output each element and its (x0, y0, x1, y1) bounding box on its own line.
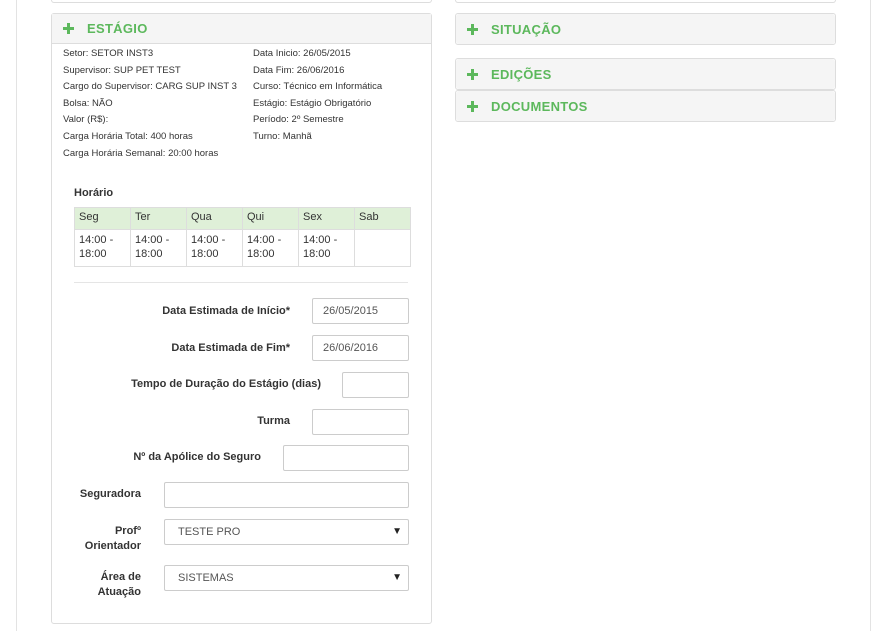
time-cell: 14:00 - 18:00 (130, 229, 187, 267)
data-fim-label: Data Estimada de Fim* (171, 342, 290, 354)
documentos-panel-title: DOCUMENTOS (491, 98, 588, 114)
divider (74, 282, 408, 283)
day-header: Qui (242, 207, 299, 230)
info-turno: Turno: Manhã (253, 130, 312, 142)
seguradora-input[interactable] (164, 482, 409, 508)
area-atuacao-select[interactable]: SISTEMAS ▼ (164, 565, 409, 591)
prof-label-line-1: Profº (114, 525, 141, 537)
data-inicio-label: Data Estimada de Início* (162, 305, 290, 317)
info-periodo: Período: 2º Semestre (253, 114, 344, 126)
estagio-panel-header[interactable]: ESTÁGIO (52, 14, 431, 44)
area-label-line-1: Área de (100, 571, 141, 583)
info-setor: Setor: SETOR INST3 (63, 48, 154, 59)
duracao-input[interactable] (342, 372, 409, 398)
duracao-label: Tempo de Duração do Estágio (dias) (131, 378, 321, 390)
time-cell: 14:00 - 18:00 (74, 229, 131, 267)
info-supervisor: Supervisor: SUP PET TEST (63, 64, 181, 76)
time-cell (354, 229, 411, 267)
area-atuacao-label: Área de Atuação (98, 570, 141, 600)
area-atuacao-value: SISTEMAS (178, 572, 234, 584)
info-carga-total: Carga Horária Total: 400 horas (63, 130, 193, 142)
situacao-panel-header[interactable]: SITUAÇÃO (456, 14, 835, 44)
day-header: Sex (298, 207, 355, 230)
edicoes-panel: EDIÇÕES (455, 58, 836, 90)
data-fim-input[interactable]: 26/06/2016 (312, 335, 409, 361)
previous-panel-bottom (51, 0, 432, 3)
prof-orientador-select[interactable]: TESTE PRO ▼ (164, 519, 409, 545)
plus-icon (467, 68, 478, 80)
apolice-input[interactable] (283, 445, 409, 471)
info-curso: Curso: Técnico em Informática (253, 81, 383, 93)
turma-label: Turma (257, 415, 290, 427)
info-estagio: Estágio: Estágio Obrigatório (253, 97, 372, 109)
documentos-panel: DOCUMENTOS (455, 90, 836, 122)
plus-icon (63, 23, 74, 34)
horario-title: Horário (74, 187, 114, 199)
time-cell: 14:00 - 18:00 (242, 229, 299, 267)
prof-orientador-value: TESTE PRO (178, 526, 241, 538)
day-header: Seg (74, 207, 131, 230)
plus-icon (467, 100, 478, 112)
data-inicio-input[interactable]: 26/05/2015 (312, 298, 409, 324)
situacao-panel-title: SITUAÇÃO (491, 21, 562, 37)
edicoes-panel-header[interactable]: EDIÇÕES (456, 59, 835, 89)
seguradora-label: Seguradora (79, 488, 141, 500)
info-data-fim: Data Fim: 26/06/2016 (253, 64, 345, 76)
day-header: Sab (354, 207, 411, 230)
situacao-panel: SITUAÇÃO (455, 13, 836, 45)
turma-input[interactable] (312, 409, 409, 435)
caret-down-icon: ▼ (392, 526, 402, 537)
previous-panel-bottom-right (455, 0, 836, 3)
estagio-info-right: Data Inicio: 26/05/2015 Data Fim: 26/06/… (253, 46, 382, 146)
info-valor: Valor (R$): (63, 114, 109, 126)
time-cell: 14:00 - 18:00 (186, 229, 243, 267)
prof-label-line-2: Orientador (84, 540, 141, 552)
edicoes-panel-title: EDIÇÕES (491, 66, 552, 82)
day-header: Ter (130, 207, 187, 230)
estagio-info-left: Setor: SETOR INST3 Supervisor: SUP PET T… (63, 46, 237, 162)
prof-orientador-label: Profº Orientador (85, 524, 141, 554)
info-cargo-supervisor: Cargo do Supervisor: CARG SUP INST 3 (63, 81, 237, 93)
estagio-panel-title: ESTÁGIO (87, 21, 148, 36)
info-carga-semanal: Carga Horária Semanal: 20:00 horas (63, 147, 219, 159)
plus-icon (467, 23, 478, 35)
apolice-label: Nº da Apólice do Seguro (133, 451, 261, 463)
caret-down-icon: ▼ (392, 572, 402, 583)
info-data-inicio: Data Inicio: 26/05/2015 (253, 48, 351, 59)
documentos-panel-header[interactable]: DOCUMENTOS (456, 91, 835, 121)
horario-header-row: Seg Ter Qua Qui Sex Sab (74, 207, 411, 230)
time-cell: 14:00 - 18:00 (298, 229, 355, 267)
area-label-line-2: Atuação (97, 586, 141, 598)
info-bolsa: Bolsa: NÃO (63, 97, 113, 109)
day-header: Qua (186, 207, 243, 230)
horario-table: Seg Ter Qua Qui Sex Sab 14:00 - 18:00 14… (74, 207, 411, 267)
horario-times-row: 14:00 - 18:00 14:00 - 18:00 14:00 - 18:0… (74, 229, 411, 267)
